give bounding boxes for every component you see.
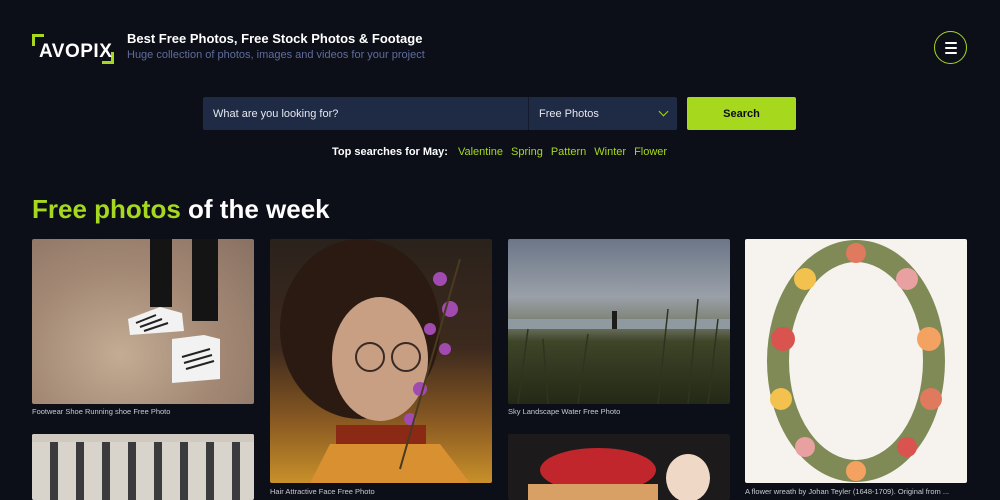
top-search-tag-winter[interactable]: Winter — [594, 146, 626, 158]
search-input[interactable] — [203, 97, 528, 130]
chevron-down-icon — [658, 106, 669, 117]
section-title-accent: Free photos — [32, 194, 181, 224]
media-type-select[interactable]: Free Photos — [528, 97, 677, 130]
media-type-selected: Free Photos — [539, 107, 599, 120]
top-search-tag-valentine[interactable]: Valentine — [458, 146, 503, 158]
top-searches: Top searches for May: Valentine Spring P… — [332, 146, 667, 158]
logo-text: AVOPIX — [39, 41, 113, 62]
section-title: Free photos of the week — [32, 194, 330, 225]
photo-caption: Sky Landscape Water Free Photo — [508, 407, 621, 416]
section-title-rest: of the week — [180, 194, 330, 224]
photo-card-flower-wreath[interactable] — [745, 239, 967, 483]
hamburger-menu-icon-bar — [944, 51, 957, 54]
photo-caption: Hair Attractive Face Free Photo — [270, 487, 375, 496]
photo-card-landscape[interactable] — [508, 239, 730, 404]
photo-image-landscape — [508, 298, 730, 404]
top-search-tag-spring[interactable]: Spring — [511, 146, 543, 158]
top-search-tag-pattern[interactable]: Pattern — [551, 146, 586, 158]
search-button[interactable]: Search — [687, 97, 796, 130]
site-tagline: Best Free Photos, Free Stock Photos & Fo… — [127, 31, 423, 46]
photo-caption: A flower wreath by Johan Teyler (1648-17… — [745, 487, 950, 496]
hamburger-menu-icon — [944, 41, 957, 44]
photo-card-gift[interactable] — [508, 434, 730, 500]
photo-image-flower-wreath — [767, 240, 945, 482]
photo-card-portrait[interactable] — [270, 239, 492, 483]
photo-image-portrait — [280, 239, 470, 483]
site-logo[interactable]: AVOPIX — [32, 34, 114, 64]
photo-image-building — [32, 434, 254, 442]
search-bar: Free Photos — [203, 97, 677, 130]
menu-button[interactable] — [934, 31, 967, 64]
photo-card-shoes[interactable] — [32, 239, 254, 404]
photo-image-gift — [528, 448, 710, 500]
hamburger-menu-icon-bar — [944, 46, 957, 49]
photo-card-building[interactable] — [32, 434, 254, 500]
site-subtagline: Huge collection of photos, images and vi… — [127, 49, 425, 61]
top-searches-label: Top searches for May: — [332, 146, 448, 158]
top-search-tag-flower[interactable]: Flower — [634, 146, 667, 158]
photo-image-shoes — [128, 239, 220, 383]
photo-caption: Footwear Shoe Running shoe Free Photo — [32, 407, 171, 416]
